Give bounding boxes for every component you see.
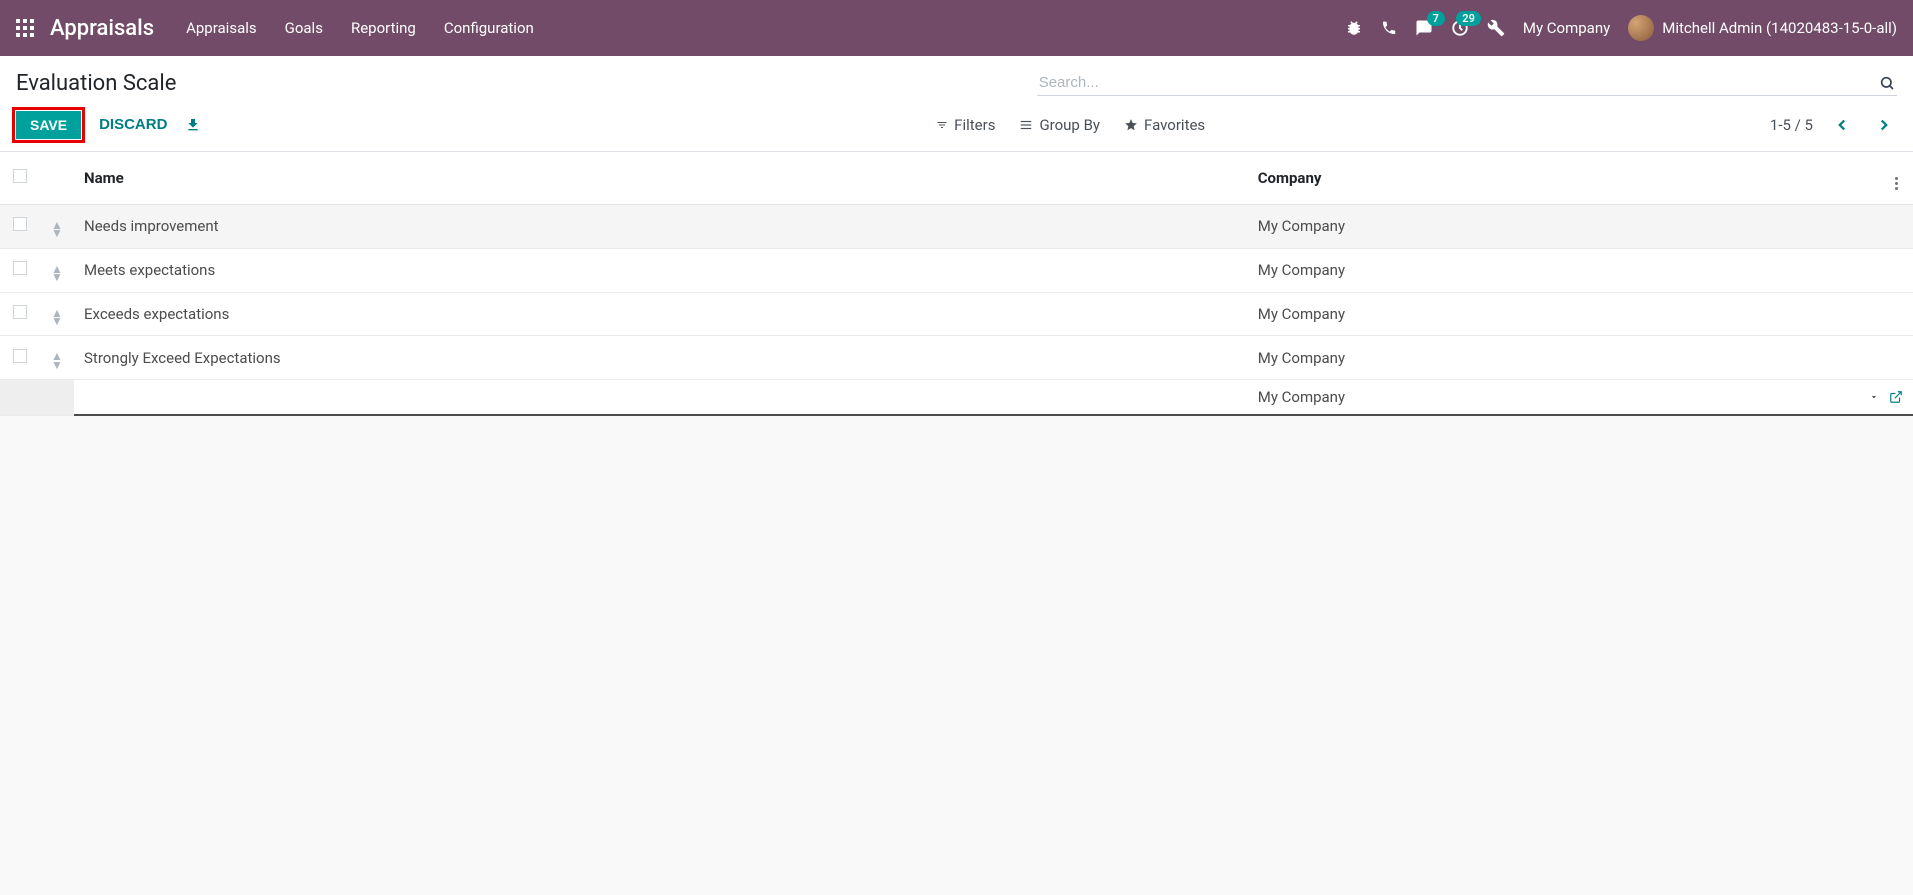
- row-checkbox[interactable]: [13, 349, 27, 363]
- user-name: Mitchell Admin (14020483-15-0-all): [1662, 19, 1897, 37]
- phone-icon[interactable]: [1381, 20, 1397, 36]
- filters-button[interactable]: Filters: [936, 116, 995, 134]
- top-navbar: Appraisals Appraisals Goals Reporting Co…: [0, 0, 1913, 56]
- cell-name: Strongly Exceed Expectations: [74, 336, 1248, 380]
- company-selector[interactable]: My Company: [1523, 19, 1610, 37]
- apps-icon[interactable]: [16, 19, 34, 37]
- row-checkbox[interactable]: [13, 261, 27, 275]
- select-all-checkbox[interactable]: [13, 169, 27, 183]
- groupby-label: Group By: [1039, 116, 1100, 134]
- pager-next-button[interactable]: [1871, 112, 1897, 138]
- favorites-button[interactable]: Favorites: [1124, 116, 1205, 134]
- export-icon[interactable]: [185, 117, 201, 133]
- cell-company: My Company: [1248, 248, 1879, 292]
- table-row[interactable]: ▲▼ Exceeds expectations My Company: [0, 292, 1913, 336]
- debug-icon[interactable]: [1345, 19, 1363, 37]
- data-table: Name Company ▲▼ Needs improvement My Com…: [0, 152, 1913, 416]
- user-menu[interactable]: Mitchell Admin (14020483-15-0-all): [1628, 15, 1897, 41]
- pager-text[interactable]: 1-5 / 5: [1770, 116, 1813, 134]
- activity-icon[interactable]: 29: [1451, 19, 1469, 37]
- drag-handle-icon[interactable]: ▲▼: [51, 221, 63, 238]
- app-title[interactable]: Appraisals: [50, 16, 154, 41]
- nav-item-appraisals[interactable]: Appraisals: [186, 19, 257, 37]
- favorites-label: Favorites: [1144, 116, 1205, 134]
- save-button[interactable]: SAVE: [16, 111, 81, 139]
- chat-icon[interactable]: 7: [1415, 19, 1433, 37]
- cell-company: My Company: [1248, 292, 1879, 336]
- external-link-icon[interactable]: [1889, 390, 1903, 404]
- table-row[interactable]: ▲▼ Meets expectations My Company: [0, 248, 1913, 292]
- cell-name-input[interactable]: [74, 380, 1248, 416]
- avatar: [1628, 15, 1654, 41]
- nav-item-configuration[interactable]: Configuration: [444, 19, 534, 37]
- table-row[interactable]: ▲▼ Needs improvement My Company: [0, 205, 1913, 249]
- tools-icon[interactable]: [1487, 19, 1505, 37]
- groupby-button[interactable]: Group By: [1019, 116, 1100, 134]
- dropdown-caret-icon[interactable]: [1869, 392, 1879, 402]
- cell-company: My Company: [1248, 205, 1879, 249]
- cell-company: My Company: [1248, 336, 1879, 380]
- discard-button[interactable]: DISCARD: [95, 110, 171, 139]
- nav-right: 7 29 My Company Mitchell Admin (14020483…: [1345, 15, 1897, 41]
- drag-handle-icon[interactable]: ▲▼: [51, 309, 63, 326]
- nav-item-goals[interactable]: Goals: [285, 19, 323, 37]
- table-row[interactable]: ▲▼ Strongly Exceed Expectations My Compa…: [0, 336, 1913, 380]
- kebab-icon[interactable]: [1895, 177, 1898, 190]
- cell-name: Needs improvement: [74, 205, 1248, 249]
- search-input[interactable]: [1039, 74, 1879, 91]
- col-header-name[interactable]: Name: [74, 152, 1248, 205]
- search-icon[interactable]: [1879, 75, 1895, 91]
- table-row-editable[interactable]: My Company: [0, 380, 1913, 416]
- control-panel: Evaluation Scale SAVE DISCARD Filters: [0, 56, 1913, 152]
- cell-company-value[interactable]: My Company: [1258, 388, 1345, 406]
- filters-label: Filters: [954, 116, 995, 134]
- pager-prev-button[interactable]: [1829, 112, 1855, 138]
- nav-menu: Appraisals Goals Reporting Configuration: [186, 19, 534, 37]
- row-checkbox[interactable]: [13, 305, 27, 319]
- drag-handle-icon[interactable]: ▲▼: [51, 352, 63, 369]
- list-view: Name Company ▲▼ Needs improvement My Com…: [0, 152, 1913, 416]
- cell-name: Exceeds expectations: [74, 292, 1248, 336]
- activity-badge: 29: [1456, 11, 1481, 26]
- col-header-company[interactable]: Company: [1248, 152, 1879, 205]
- cell-name: Meets expectations: [74, 248, 1248, 292]
- drag-handle-icon[interactable]: ▲▼: [51, 265, 63, 282]
- chat-badge: 7: [1427, 11, 1445, 26]
- nav-item-reporting[interactable]: Reporting: [351, 19, 416, 37]
- page-title: Evaluation Scale: [16, 71, 176, 96]
- row-checkbox[interactable]: [13, 217, 27, 231]
- search-wrap: [1037, 70, 1897, 96]
